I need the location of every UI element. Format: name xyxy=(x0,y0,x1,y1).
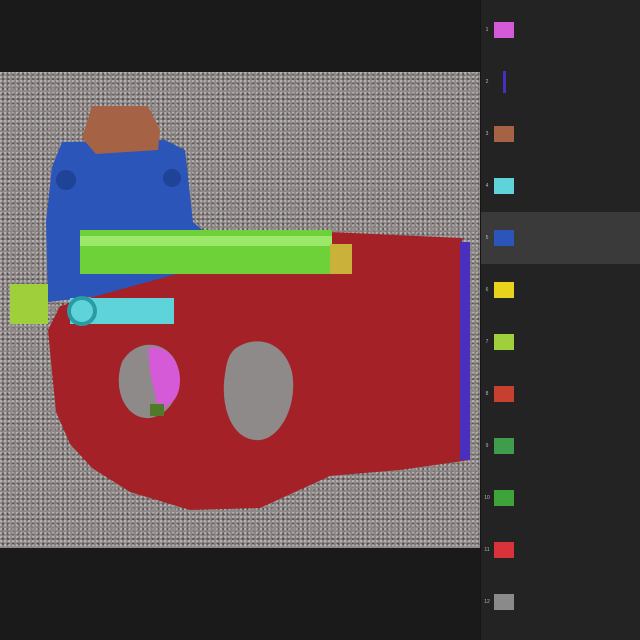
barrel-thumbnail-icon[interactable] xyxy=(493,487,515,509)
layer-index: 6 xyxy=(485,287,489,293)
layer-color-swatch xyxy=(494,386,514,402)
segmentation-canvas[interactable] xyxy=(0,72,480,548)
layer-color-swatch xyxy=(494,594,514,610)
layer-row[interactable]: 12 xyxy=(481,576,640,628)
receiver-thumbnail-icon[interactable] xyxy=(493,227,515,249)
rail-thumbnail-icon[interactable] xyxy=(493,175,515,197)
segmentation-overlay xyxy=(10,106,470,510)
layer-row[interactable]: 2 xyxy=(481,56,640,108)
muzzle-mask[interactable] xyxy=(10,284,48,324)
layer-row[interactable]: 9 xyxy=(481,420,640,472)
butt-plate-mask[interactable] xyxy=(460,242,470,460)
trigger-lug[interactable] xyxy=(150,404,164,416)
layer-index: 5 xyxy=(485,235,489,241)
layers-panel: 1 2 3 4 5 6 7 8 9 10 11 12 xyxy=(480,0,640,640)
layer-index: 10 xyxy=(484,495,490,501)
layer-row[interactable]: 3 xyxy=(481,108,640,160)
optic-thumbnail-icon[interactable] xyxy=(493,123,515,145)
layer-color-swatch xyxy=(494,438,514,454)
layer-row[interactable]: 10 xyxy=(481,472,640,524)
charging-rail-mask[interactable] xyxy=(70,298,174,324)
layer-row[interactable]: 5 xyxy=(481,212,640,264)
receiver-rivet-front xyxy=(56,170,76,190)
layer-color-swatch xyxy=(494,282,514,298)
stock-thumbnail-icon[interactable] xyxy=(493,539,515,561)
image-viewport[interactable] xyxy=(0,0,480,640)
layer-index: 12 xyxy=(484,599,490,605)
layer-color-swatch xyxy=(502,71,506,93)
layer-row[interactable]: 4 xyxy=(481,160,640,212)
layer-row[interactable]: 11 xyxy=(481,524,640,576)
optic-housing-mask[interactable] xyxy=(82,106,160,154)
muzzle-thumbnail-icon[interactable] xyxy=(493,331,515,353)
layer-row[interactable]: 6 xyxy=(481,264,640,316)
layer-index: 2 xyxy=(485,79,489,85)
trigger-insert-thumbnail-icon[interactable] xyxy=(493,19,515,41)
layer-color-swatch xyxy=(494,334,514,350)
layer-row[interactable]: 8 xyxy=(481,368,640,420)
layer-color-swatch xyxy=(494,230,514,246)
layer-index: 4 xyxy=(485,183,489,189)
lug-thumbnail-icon[interactable] xyxy=(493,279,515,301)
layer-index: 3 xyxy=(485,131,489,137)
layer-index: 9 xyxy=(485,443,489,449)
barrel-highlight xyxy=(80,236,332,246)
butt-plate-thumbnail-icon[interactable] xyxy=(493,71,515,93)
layer-index: 8 xyxy=(485,391,489,397)
grip-thumbnail-icon[interactable] xyxy=(493,383,515,405)
layer-row[interactable]: 1 xyxy=(481,4,640,56)
layer-color-swatch xyxy=(494,126,514,142)
receiver-rivet-rear xyxy=(163,169,181,187)
layer-row[interactable]: 7 xyxy=(481,316,640,368)
layer-color-swatch xyxy=(494,22,514,38)
layer-color-swatch xyxy=(494,178,514,194)
layer-color-swatch xyxy=(494,490,514,506)
layer-color-swatch xyxy=(494,542,514,558)
layer-index: 7 xyxy=(485,339,489,345)
background-thumbnail-icon[interactable] xyxy=(493,591,515,613)
layer-index: 11 xyxy=(484,547,490,553)
layer-index: 1 xyxy=(485,27,489,33)
sling-thumbnail-icon[interactable] xyxy=(493,435,515,457)
barrel-lug-mask[interactable] xyxy=(330,244,352,274)
